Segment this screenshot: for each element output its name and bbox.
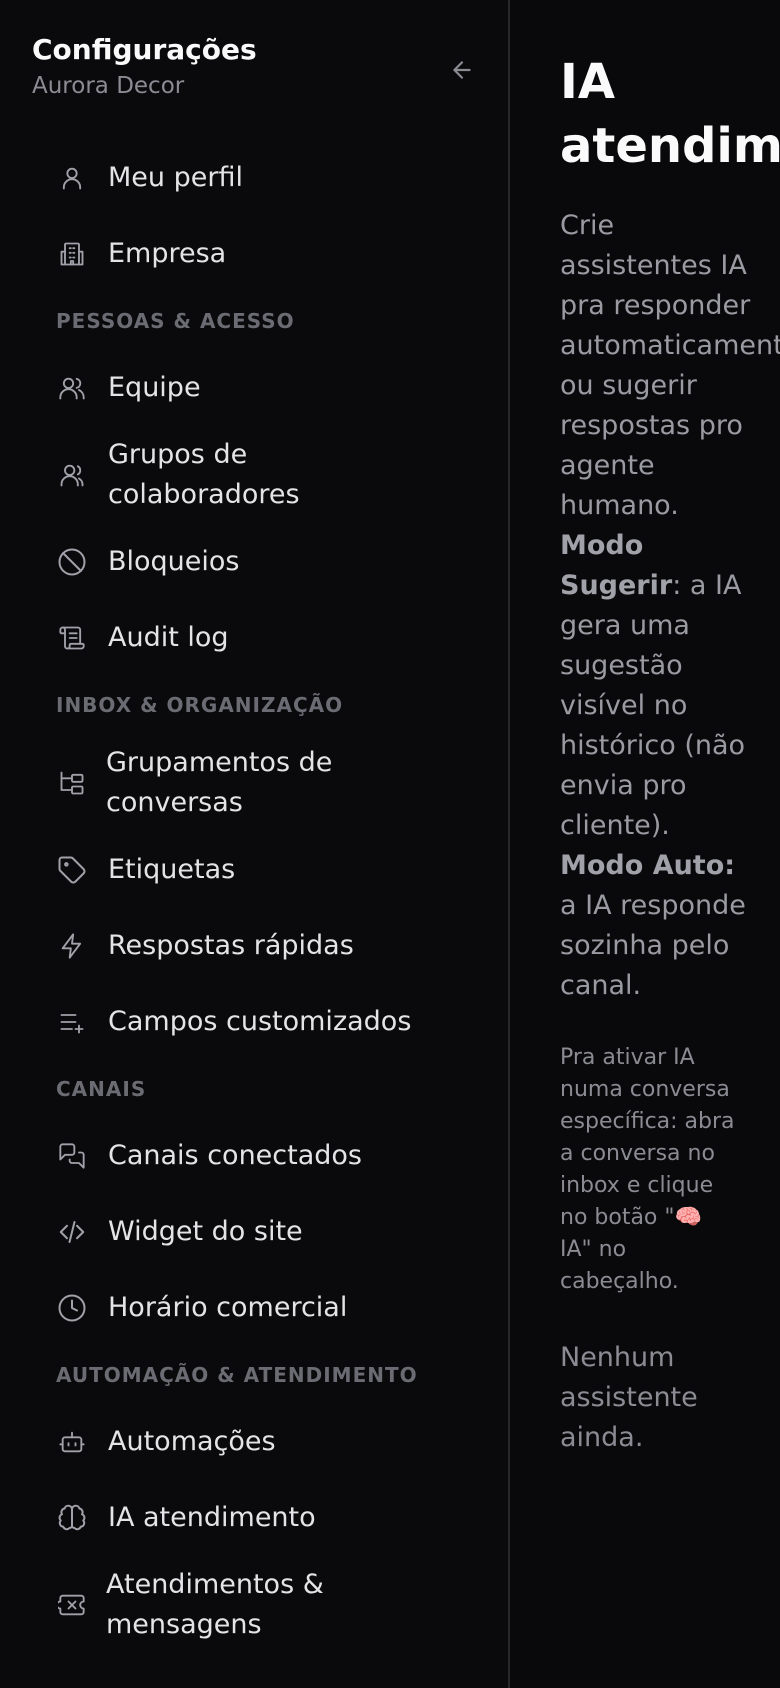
sidebar-item-horario-comercial[interactable]: Horário comercial [40, 1270, 480, 1346]
mode-suggest-text: : a IA gera uma sugestão visível no hist… [560, 570, 746, 841]
mode-auto-label: Modo Auto: [560, 850, 736, 881]
sidebar-item-label: Grupamentos de conversas [106, 747, 333, 818]
sidebar-item-grupamentos-de-conversas[interactable]: Grupamentos de conversas [40, 734, 480, 832]
sidebar-item-label: Bloqueios [108, 546, 240, 577]
sidebar-item-grupos-de-colaboradores[interactable]: Grupos de colaboradores [40, 426, 480, 524]
sidebar-item-meu-perfil[interactable]: Meu perfil [40, 140, 480, 216]
section-heading: CANAIS [56, 1077, 147, 1101]
code-icon [56, 1216, 88, 1248]
list-plus-icon [56, 1006, 88, 1038]
mode-suggest-label: Modo Sugerir [560, 530, 673, 601]
tag-icon [56, 854, 88, 886]
sidebar-item-respostas-rapidas[interactable]: Respostas rápidas [40, 908, 480, 984]
sidebar-item-label: Automações [108, 1426, 276, 1457]
ban-icon [56, 546, 88, 578]
sidebar-item-label: Respostas rápidas [108, 930, 354, 961]
sidebar-item-label: Grupos de colaboradores [108, 439, 300, 510]
sidebar-item-canais-conectados[interactable]: Canais conectados [40, 1118, 480, 1194]
arrow-left-icon [449, 57, 475, 83]
sidebar-title: Configurações [32, 33, 257, 66]
messages-icon [56, 1140, 88, 1172]
sidebar-item-empresa[interactable]: Empresa [40, 216, 480, 292]
sidebar-item-label: Campos customizados [108, 1006, 412, 1037]
page-description: Crie assistentes IA pra responder automa… [560, 206, 780, 1006]
settings-nav: Meu perfil Empresa PESSOAS & ACESSO Equi… [0, 140, 508, 1654]
sidebar-item-ia-atendimento[interactable]: IA atendimento [40, 1480, 480, 1556]
zap-icon [56, 930, 88, 962]
back-button[interactable] [442, 50, 482, 90]
sidebar-item-etiquetas[interactable]: Etiquetas [40, 832, 480, 908]
sidebar-item-atendimentos-mensagens[interactable]: Atendimentos & mensagens [40, 1556, 480, 1654]
brain-icon [56, 1502, 88, 1534]
sidebar-item-label: IA atendimento [108, 1502, 316, 1533]
sidebar-item-campos-customizados[interactable]: Campos customizados [40, 984, 480, 1060]
page-title: IA atendimento [560, 54, 780, 174]
activation-hint: Pra ativar IA numa conversa específica: … [560, 1045, 735, 1294]
sidebar-item-label: Canais conectados [108, 1140, 362, 1171]
building-icon [56, 238, 88, 270]
sidebar-item-label: Equipe [108, 372, 201, 403]
section-heading: INBOX & ORGANIZAÇÃO [56, 693, 344, 717]
empty-state: Nenhum assistente ainda. [560, 1342, 698, 1453]
sidebar-item-audit-log[interactable]: Audit log [40, 600, 480, 676]
ticket-icon [56, 1589, 88, 1621]
settings-app: Configurações Aurora Decor Meu perfil Em… [0, 0, 780, 1688]
sidebar-header: Configurações Aurora Decor [32, 32, 472, 112]
sidebar-item-label: Meu perfil [108, 162, 243, 193]
section-heading: PESSOAS & ACESSO [56, 309, 295, 333]
bot-icon [56, 1426, 88, 1458]
sidebar-item-automacoes[interactable]: Automações [40, 1404, 480, 1480]
section-heading: AUTOMAÇÃO & ATENDIMENTO [56, 1363, 418, 1387]
users-icon [56, 372, 88, 404]
sidebar-item-equipe[interactable]: Equipe [40, 350, 480, 426]
main-content: IA atendimento Crie assistentes IA pra r… [510, 0, 780, 1688]
sidebar-item-label: Audit log [108, 622, 229, 653]
sidebar-item-label: Empresa [108, 238, 227, 269]
sidebar-item-label: Horário comercial [108, 1292, 348, 1323]
company-name: Aurora Decor [32, 73, 185, 99]
sidebar-item-label: Widget do site [108, 1216, 303, 1247]
main-inner: IA atendimento Crie assistentes IA pra r… [560, 50, 780, 1458]
sidebar-item-label: Atendimentos & mensagens [106, 1569, 324, 1640]
settings-sidebar: Configurações Aurora Decor Meu perfil Em… [0, 0, 510, 1688]
folder-tree-icon [56, 767, 88, 799]
user-group-icon [56, 459, 88, 491]
sidebar-item-widget-do-site[interactable]: Widget do site [40, 1194, 480, 1270]
scroll-icon [56, 622, 88, 654]
description-intro: Crie assistentes IA pra responder automa… [560, 210, 780, 521]
sidebar-item-label: Etiquetas [108, 854, 236, 885]
user-icon [56, 162, 88, 194]
sidebar-item-bloqueios[interactable]: Bloqueios [40, 524, 480, 600]
clock-icon [56, 1292, 88, 1324]
mode-auto-text: a IA responde sozinha pelo canal. [560, 890, 746, 1001]
